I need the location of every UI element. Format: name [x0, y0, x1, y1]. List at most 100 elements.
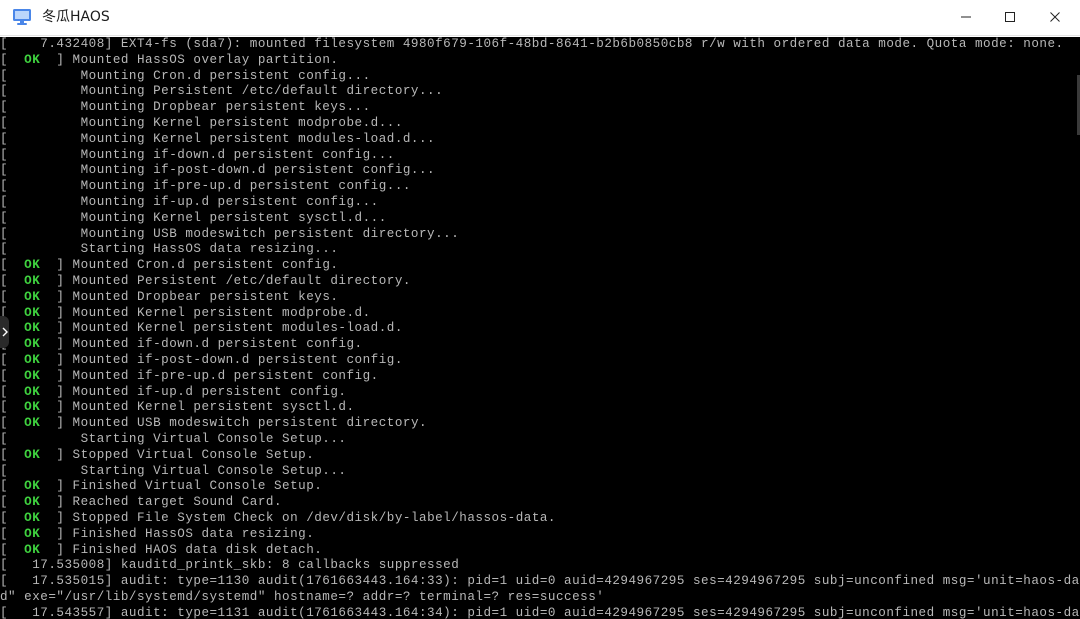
- minimize-icon: [961, 16, 971, 18]
- maximize-icon: [1005, 12, 1015, 22]
- console-line: [ Mounting if-post-down.d persistent con…: [0, 163, 1080, 179]
- console-line-text: ] Mounted Kernel persistent modprobe.d.: [56, 305, 371, 320]
- status-open-bracket: [: [0, 495, 9, 510]
- console-line-text: ] Mounted if-pre-up.d persistent config.: [56, 368, 379, 383]
- console-line: [ OK ] Mounted HassOS overlay partition.: [0, 53, 1080, 69]
- app-window: 冬瓜HAOS [ 7.432408] EXT4-fs (sda7): mount…: [0, 0, 1080, 619]
- console-line: [ OK ] Mounted Cron.d persistent config.: [0, 258, 1080, 274]
- status-open-bracket: [: [0, 526, 9, 541]
- minimize-button[interactable]: [943, 0, 989, 34]
- console-line-text: ] Mounted if-up.d persistent config.: [56, 384, 347, 399]
- console-line: [ Mounting Dropbear persistent keys...: [0, 100, 1080, 116]
- timestamp-open-bracket: [: [0, 163, 9, 178]
- status-open-bracket: [: [0, 400, 9, 415]
- timestamp-open-bracket: [: [0, 210, 9, 225]
- status-ok-badge: OK: [8, 510, 57, 525]
- console-line-text: Mounting if-post-down.d persistent confi…: [8, 163, 436, 178]
- console-line-text: Starting HassOS data resizing...: [8, 242, 339, 257]
- timestamp-open-bracket: [: [0, 179, 9, 194]
- status-ok-badge: OK: [8, 258, 57, 273]
- timestamp-open-bracket: [: [0, 463, 9, 478]
- status-open-bracket: [: [0, 289, 9, 304]
- console-line-text: Mounting if-pre-up.d persistent config..…: [8, 179, 411, 194]
- timestamp-open-bracket: [: [0, 431, 9, 446]
- console-line: [ Mounting Kernel persistent modprobe.d.…: [0, 116, 1080, 132]
- timestamp-open-bracket: [: [0, 131, 9, 146]
- timestamp-open-bracket: [: [0, 194, 9, 209]
- status-ok-badge: OK: [8, 542, 57, 557]
- console-line: [ Mounting if-pre-up.d persistent config…: [0, 179, 1080, 195]
- console-line: [ OK ] Mounted Dropbear persistent keys.: [0, 290, 1080, 306]
- status-ok-badge: OK: [8, 337, 57, 352]
- console-line-text: Starting Virtual Console Setup...: [8, 431, 347, 446]
- console-line: [ OK ] Mounted if-post-down.d persistent…: [0, 353, 1080, 369]
- status-open-bracket: [: [0, 352, 9, 367]
- console-line-text: Mounting Kernel persistent sysctl.d...: [8, 210, 387, 225]
- status-open-bracket: [: [0, 447, 9, 462]
- console-line-text: ] Finished HAOS data disk detach.: [56, 542, 323, 557]
- console-line: [ OK ] Mounted if-pre-up.d persistent co…: [0, 369, 1080, 385]
- console-line: [ OK ] Mounted if-up.d persistent config…: [0, 385, 1080, 401]
- timestamp-open-bracket: [: [0, 100, 9, 115]
- console-line-text: ] Mounted USB modeswitch persistent dire…: [56, 416, 428, 431]
- console-line: [ Mounting if-up.d persistent config...: [0, 195, 1080, 211]
- console-line: [ 17.535008] kauditd_printk_skb: 8 callb…: [0, 558, 1080, 574]
- console-line: [ OK ] Mounted Kernel persistent sysctl.…: [0, 400, 1080, 416]
- console-line-text: ] Finished HassOS data resizing.: [56, 526, 315, 541]
- title-bar[interactable]: 冬瓜HAOS: [0, 0, 1080, 36]
- console-line-text: Mounting USB modeswitch persistent direc…: [8, 226, 460, 241]
- timestamp-open-bracket: [: [0, 147, 9, 162]
- console-line-text: Mounting Kernel persistent modprobe.d...: [8, 115, 403, 130]
- console-output[interactable]: [ 7.432408] EXT4-fs (sda7): mounted file…: [0, 37, 1080, 619]
- console-line: [ Mounting USB modeswitch persistent dir…: [0, 227, 1080, 243]
- status-ok-badge: OK: [8, 526, 57, 541]
- status-open-bracket: [: [0, 258, 9, 273]
- console-line-text: ] Mounted if-post-down.d persistent conf…: [56, 352, 403, 367]
- console-line-text: ] Finished Virtual Console Setup.: [56, 479, 323, 494]
- monitor-icon: [13, 9, 31, 25]
- console-line: [ Mounting if-down.d persistent config..…: [0, 148, 1080, 164]
- status-ok-badge: OK: [8, 368, 57, 383]
- console-line: [ OK ] Mounted USB modeswitch persistent…: [0, 416, 1080, 432]
- status-ok-badge: OK: [8, 273, 57, 288]
- console-line-text: ] Mounted Kernel persistent sysctl.d.: [56, 400, 355, 415]
- console-line-text: ] Mounted Cron.d persistent config.: [56, 258, 339, 273]
- status-ok-badge: OK: [8, 447, 57, 462]
- timestamp-open-bracket: [: [0, 605, 9, 619]
- console-line-text: 17.535008] kauditd_printk_skb: 8 callbac…: [8, 558, 460, 573]
- console-line-text: ] Mounted if-down.d persistent config.: [56, 337, 363, 352]
- console-line: [ Mounting Persistent /etc/default direc…: [0, 84, 1080, 100]
- console-line: [ OK ] Stopped Virtual Console Setup.: [0, 448, 1080, 464]
- status-ok-badge: OK: [8, 400, 57, 415]
- console-line: [ Mounting Cron.d persistent config...: [0, 69, 1080, 85]
- console-line: [ OK ] Mounted Persistent /etc/default d…: [0, 274, 1080, 290]
- console-line: [ OK ] Stopped File System Check on /dev…: [0, 511, 1080, 527]
- console-line: [ Starting HassOS data resizing...: [0, 242, 1080, 258]
- maximize-button[interactable]: [987, 0, 1033, 34]
- console-line-text: ] Mounted Persistent /etc/default direct…: [56, 273, 411, 288]
- console-line-text: Mounting Persistent /etc/default directo…: [8, 84, 444, 99]
- console-line: [ Starting Virtual Console Setup...: [0, 464, 1080, 480]
- console-line-text: 17.535015] audit: type=1130 audit(176166…: [8, 574, 1080, 589]
- status-ok-badge: OK: [8, 479, 57, 494]
- console-line-text: Mounting if-up.d persistent config...: [8, 194, 379, 209]
- console-line-text: ] Mounted HassOS overlay partition.: [56, 52, 339, 67]
- timestamp-open-bracket: [: [0, 574, 9, 589]
- console-line: [ OK ] Mounted Kernel persistent modules…: [0, 321, 1080, 337]
- console-line: [ Starting Virtual Console Setup...: [0, 432, 1080, 448]
- console-line-text: ] Stopped File System Check on /dev/disk…: [56, 510, 556, 525]
- console-line-text: ] Mounted Dropbear persistent keys.: [56, 289, 339, 304]
- console-line: [ Mounting Kernel persistent modules-loa…: [0, 132, 1080, 148]
- side-panel-toggle[interactable]: [0, 316, 9, 348]
- console-line: [ OK ] Mounted Kernel persistent modprob…: [0, 306, 1080, 322]
- status-open-bracket: [: [0, 542, 9, 557]
- console-line: d" exe="/usr/lib/systemd/systemd" hostna…: [0, 590, 1080, 606]
- console-line-text: ] Stopped Virtual Console Setup.: [56, 447, 315, 462]
- console-line-text: Mounting if-down.d persistent config...: [8, 147, 395, 162]
- console-line: [ 17.543557] audit: type=1131 audit(1761…: [0, 606, 1080, 619]
- console-line-text: Starting Virtual Console Setup...: [8, 463, 347, 478]
- console-line-text: Mounting Dropbear persistent keys...: [8, 100, 371, 115]
- close-button[interactable]: [1032, 0, 1078, 34]
- console-line: [ 17.535015] audit: type=1130 audit(1761…: [0, 574, 1080, 590]
- console-lines: [ 7.432408] EXT4-fs (sda7): mounted file…: [0, 37, 1080, 619]
